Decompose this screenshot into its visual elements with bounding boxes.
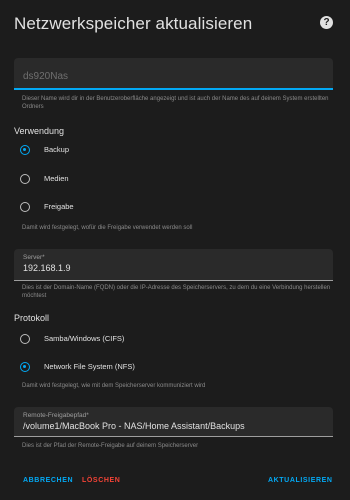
dialog-title: Netzwerkspeicher aktualisieren [14, 14, 253, 33]
remote-path-field[interactable]: Remote-Freigabepfad* /volume1/MacBook Pr… [14, 407, 333, 437]
radio-unchecked-icon[interactable] [20, 174, 30, 184]
update-network-storage-dialog: Netzwerkspeicher aktualisieren ? ds920Na… [0, 0, 350, 500]
name-field-helper: Dieser Name wird dir in der Benutzerober… [22, 96, 329, 110]
server-field[interactable]: Server* 192.168.1.9 [14, 249, 333, 281]
radio-unchecked-icon[interactable] [20, 334, 30, 344]
radio-label-backup: Backup [44, 145, 70, 154]
server-field-label: Server* [23, 254, 45, 261]
radio-unchecked-icon[interactable] [20, 202, 30, 212]
server-field-value: 192.168.1.9 [23, 263, 71, 273]
remote-path-helper: Dies ist der Pfad der Remote-Freigabe au… [22, 443, 199, 449]
usage-label: Verwendung [14, 126, 65, 136]
delete-button[interactable]: LÖSCHEN [82, 477, 120, 484]
radio-checked-icon[interactable] [20, 145, 30, 155]
protocol-label: Protokoll [14, 313, 50, 323]
update-button[interactable]: AKTUALISIEREN [268, 477, 333, 484]
radio-label-cifs: Samba/Windows (CIFS) [44, 334, 125, 343]
remote-path-field-label: Remote-Freigabepfad* [23, 412, 89, 419]
remote-path-field-value: /volume1/MacBook Pro - NAS/Home Assistan… [23, 421, 245, 431]
radio-label-media: Medien [44, 174, 69, 183]
cancel-button[interactable]: ABBRECHEN [23, 477, 73, 484]
usage-helper: Damit wird festgelegt, wofür die Freigab… [22, 225, 193, 231]
server-field-helper: Dies ist der Domain-Name (FQDN) oder die… [22, 285, 331, 299]
radio-label-nfs: Network File System (NFS) [44, 362, 135, 371]
radio-label-share: Freigabe [44, 202, 74, 211]
protocol-helper: Damit wird festgelegt, wie mit dem Speic… [22, 383, 206, 389]
help-circle-icon[interactable]: ? [320, 16, 333, 29]
radio-checked-icon[interactable] [20, 362, 30, 372]
name-field[interactable]: ds920Nas [14, 58, 333, 90]
name-field-placeholder: ds920Nas [23, 71, 69, 82]
